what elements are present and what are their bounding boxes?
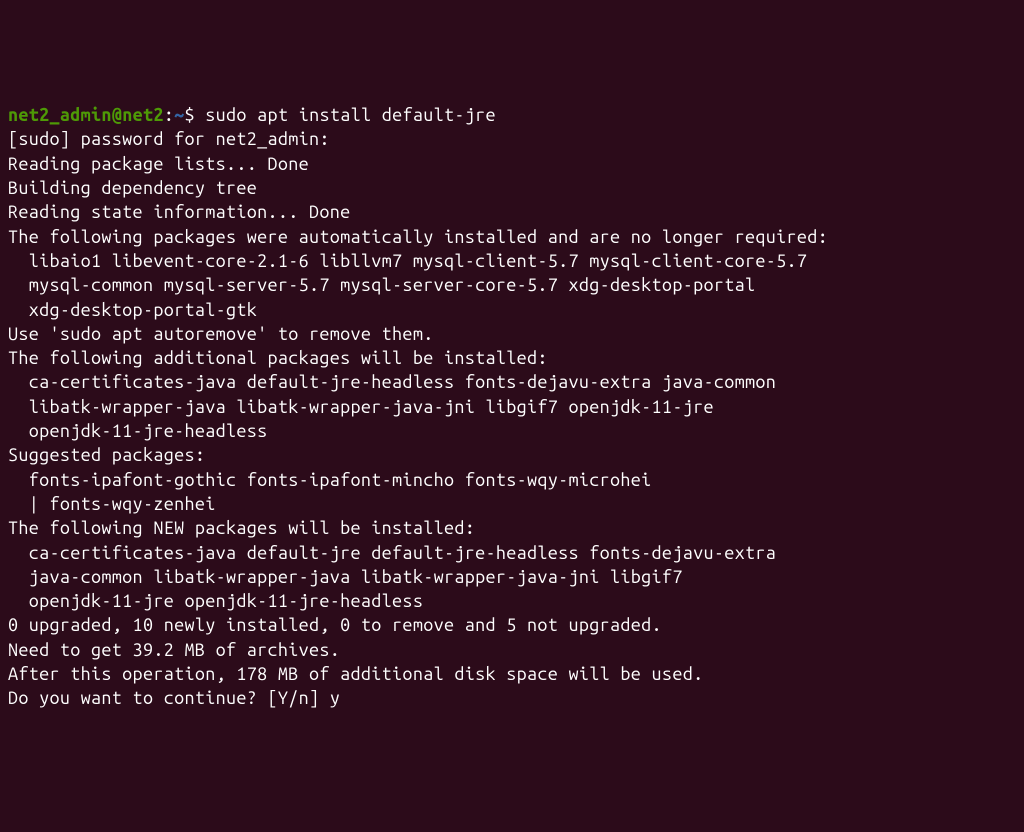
output-line: The following packages were automaticall… [8, 227, 828, 247]
continue-prompt[interactable]: Do you want to continue? [Y/n] y [8, 688, 340, 708]
prompt-line: net2_admin@net2:~$ sudo apt install defa… [8, 105, 496, 125]
output-line: Use 'sudo apt autoremove' to remove them… [8, 324, 434, 344]
prompt-at: @ [112, 105, 122, 125]
prompt-colon: : [164, 105, 174, 125]
output-line: | fonts-wqy-zenhei [8, 494, 216, 514]
output-line: java-common libatk-wrapper-java libatk-w… [8, 567, 683, 587]
command-text: sudo apt install default-jre [205, 105, 496, 125]
output-line: The following NEW packages will be insta… [8, 518, 475, 538]
prompt-host: net2 [122, 105, 164, 125]
prompt-user: net2_admin [8, 105, 112, 125]
terminal-output[interactable]: net2_admin@net2:~$ sudo apt install defa… [8, 103, 1016, 710]
output-line: ca-certificates-java default-jre default… [8, 543, 776, 563]
output-line: openjdk-11-jre-headless [8, 421, 268, 441]
output-line: ca-certificates-java default-jre-headles… [8, 372, 776, 392]
output-line: mysql-common mysql-server-5.7 mysql-serv… [8, 275, 755, 295]
output-line: Need to get 39.2 MB of archives. [8, 640, 340, 660]
output-line: libatk-wrapper-java libatk-wrapper-java-… [8, 397, 714, 417]
output-line: 0 upgraded, 10 newly installed, 0 to rem… [8, 615, 662, 635]
output-line: After this operation, 178 MB of addition… [8, 664, 703, 684]
prompt-path: ~ [174, 105, 184, 125]
output-line: Building dependency tree [8, 178, 257, 198]
output-line: xdg-desktop-portal-gtk [8, 300, 257, 320]
prompt-dollar: $ [185, 105, 206, 125]
output-line: openjdk-11-jre openjdk-11-jre-headless [8, 591, 423, 611]
output-line: libaio1 libevent-core-2.1-6 libllvm7 mys… [8, 251, 807, 271]
output-line: Suggested packages: [8, 445, 205, 465]
output-line: The following additional packages will b… [8, 348, 548, 368]
output-line: fonts-ipafont-gothic fonts-ipafont-minch… [8, 470, 652, 490]
output-line: Reading package lists... Done [8, 154, 309, 174]
output-line: [sudo] password for net2_admin: [8, 129, 330, 149]
output-line: Reading state information... Done [8, 202, 351, 222]
